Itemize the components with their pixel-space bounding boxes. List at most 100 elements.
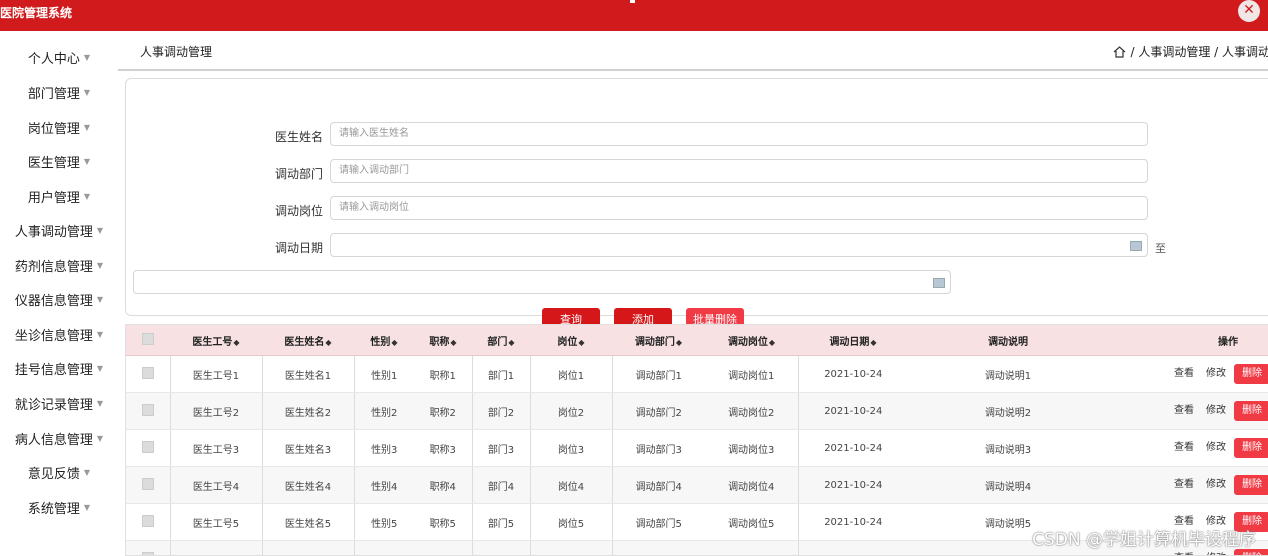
sidebar-item-user[interactable]: 用户管理▼: [0, 181, 118, 211]
sidebar-item-label: 药剂信息管理: [15, 256, 93, 275]
cell-date: 2021-10-24: [798, 356, 908, 393]
cell-post: 岗位4: [530, 467, 612, 504]
cell-name: 医生姓名4: [262, 467, 354, 504]
cell-name: 医生姓名2: [262, 393, 354, 430]
row-checkbox[interactable]: [142, 515, 154, 527]
col-doctor-name[interactable]: 医生姓名◆: [262, 325, 354, 356]
col-transfer-post[interactable]: 调动岗位◆: [705, 325, 798, 356]
col-sex[interactable]: 性别◆: [354, 325, 414, 356]
delete-button[interactable]: 删除: [1234, 364, 1268, 384]
calendar-icon[interactable]: [1130, 241, 1142, 251]
delete-button[interactable]: 删除: [1234, 475, 1268, 495]
sort-icon[interactable]: ◆: [233, 338, 239, 347]
view-button[interactable]: 查看: [1174, 475, 1194, 490]
cell-dept: 部门4: [472, 467, 530, 504]
delete-button[interactable]: 删除: [1234, 549, 1268, 556]
sort-icon[interactable]: ◆: [676, 338, 682, 347]
date-start-input[interactable]: [330, 233, 1148, 257]
sidebar-item-label: 医生管理: [28, 152, 80, 171]
chevron-down-icon: ▼: [84, 123, 90, 132]
chevron-down-icon: ▼: [97, 295, 103, 304]
doctor-name-input[interactable]: 请输入医生姓名: [330, 122, 1148, 146]
sidebar-item-label: 个人中心: [28, 48, 80, 67]
view-button[interactable]: 查看: [1174, 401, 1194, 416]
close-icon[interactable]: ✕: [1238, 0, 1260, 22]
sort-icon[interactable]: ◆: [325, 338, 331, 347]
col-transfer-date[interactable]: 调动日期◆: [798, 325, 908, 356]
sidebar-item-department[interactable]: 部门管理▼: [0, 77, 118, 107]
row-select-cell[interactable]: [126, 467, 170, 504]
sidebar-item-feedback[interactable]: 意见反馈▼: [0, 457, 118, 487]
transfer-post-input[interactable]: 请输入调动岗位: [330, 196, 1148, 220]
chevron-down-icon: ▼: [97, 261, 103, 270]
date-end-input[interactable]: [133, 270, 951, 294]
sidebar-item-personnel-transfer[interactable]: 人事调动管理▼: [0, 215, 118, 245]
sidebar-item-doctor[interactable]: 医生管理▼: [0, 146, 118, 176]
sidebar-item-patient[interactable]: 病人信息管理▼: [0, 423, 118, 453]
cell-no: 医生工号2: [170, 393, 262, 430]
row-checkbox[interactable]: [142, 441, 154, 453]
col-header-label: 性别: [370, 337, 390, 348]
view-button[interactable]: 查看: [1174, 549, 1194, 556]
sidebar-item-medicine[interactable]: 药剂信息管理 ▼: [0, 250, 118, 280]
row-actions: 查看修改删除: [1108, 393, 1268, 430]
cell-name: 医生姓名5: [262, 504, 354, 541]
sort-icon[interactable]: ◆: [578, 338, 584, 347]
sidebar-item-instrument[interactable]: 仪器信息管理▼: [0, 284, 118, 314]
edit-button[interactable]: 修改: [1206, 364, 1226, 379]
chevron-down-icon: ▼: [97, 399, 103, 408]
home-icon[interactable]: [1113, 46, 1126, 58]
sidebar-item-label: 岗位管理: [28, 118, 80, 137]
edit-button[interactable]: 修改: [1206, 401, 1226, 416]
cell-name: 医生姓名1: [262, 356, 354, 393]
sort-icon[interactable]: ◆: [769, 338, 775, 347]
cell-date: 2021-10-24: [798, 467, 908, 504]
sort-icon[interactable]: ◆: [508, 338, 514, 347]
breadcrumb-path: / 人事调动管理 / 人事调动: [1130, 45, 1268, 59]
row-checkbox[interactable]: [142, 367, 154, 379]
view-button[interactable]: 查看: [1174, 438, 1194, 453]
col-post[interactable]: 岗位◆: [530, 325, 612, 356]
cell-date: 2021-10-24: [798, 504, 908, 541]
row-actions: 查看修改删除: [1108, 430, 1268, 467]
sidebar-item-registration[interactable]: 挂号信息管理▼: [0, 353, 118, 383]
row-select-cell[interactable]: [126, 356, 170, 393]
transfer-dept-input[interactable]: 请输入调动部门: [330, 159, 1148, 183]
chevron-down-icon: ▼: [84, 468, 90, 477]
sidebar-item-visit-record[interactable]: 就诊记录管理▼: [0, 388, 118, 418]
table-row: 医生工号2医生姓名2性别2职称2部门2岗位2调动部门2调动岗位22021-10-…: [126, 393, 1268, 430]
delete-button[interactable]: 删除: [1234, 438, 1268, 458]
select-all-checkbox[interactable]: [142, 333, 154, 345]
transfer-dept-label: 调动部门: [243, 165, 323, 182]
col-doctor-no[interactable]: 医生工号◆: [170, 325, 262, 356]
row-checkbox[interactable]: [142, 478, 154, 490]
sidebar-item-post[interactable]: 岗位管理 ▼: [0, 112, 118, 142]
sort-icon[interactable]: ◆: [391, 338, 397, 347]
row-select-cell[interactable]: [126, 430, 170, 467]
sidebar-item-system[interactable]: 系统管理▼: [0, 492, 118, 522]
col-header-label: 医生工号: [192, 337, 232, 348]
delete-button[interactable]: 删除: [1234, 401, 1268, 421]
col-title[interactable]: 职称◆: [414, 325, 472, 356]
sort-icon[interactable]: ◆: [450, 338, 456, 347]
chevron-down-icon: ▼: [84, 192, 90, 201]
col-dept[interactable]: 部门◆: [472, 325, 530, 356]
sidebar-item-personal-center[interactable]: 个人中心▼: [0, 42, 118, 72]
edit-button[interactable]: 修改: [1206, 438, 1226, 453]
sidebar: 个人中心▼ 部门管理▼ 岗位管理▼ 医生管理▼ 用户管理▼ 人事调动管理▼ 药剂…: [0, 31, 118, 554]
cell-title: 职称5: [414, 504, 472, 541]
select-all-cell[interactable]: [126, 325, 170, 356]
chevron-down-icon: ▼: [84, 503, 90, 512]
cell-tdept: 调动部门1: [612, 356, 705, 393]
col-transfer-dept[interactable]: 调动部门◆: [612, 325, 705, 356]
row-select-cell[interactable]: [126, 504, 170, 541]
sidebar-item-consultation[interactable]: 坐诊信息管理▼: [0, 319, 118, 349]
row-checkbox[interactable]: [142, 404, 154, 416]
view-button[interactable]: 查看: [1174, 364, 1194, 379]
sort-icon[interactable]: ◆: [870, 338, 876, 347]
row-select-cell[interactable]: [126, 393, 170, 430]
calendar-icon[interactable]: [933, 278, 945, 288]
edit-button[interactable]: 修改: [1206, 475, 1226, 490]
cell-post: 岗位5: [530, 504, 612, 541]
edit-button[interactable]: 修改: [1206, 549, 1226, 556]
